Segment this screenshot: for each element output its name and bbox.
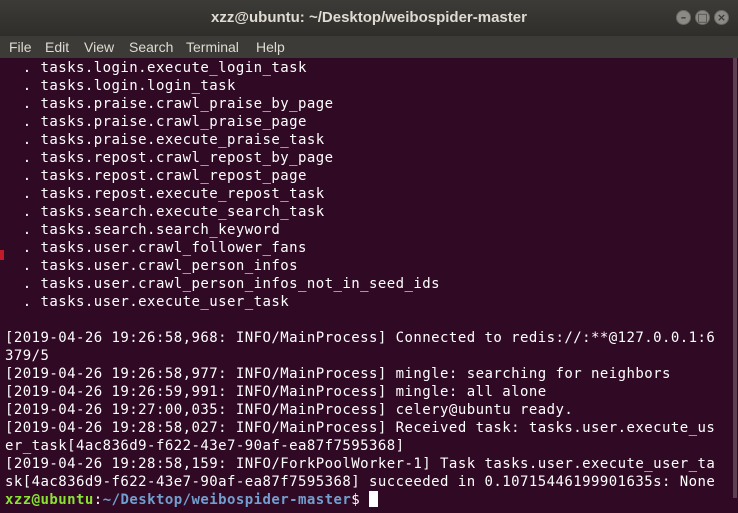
log-line: [2019-04-26 19:26:58,968: INFO/MainProce… <box>5 330 716 346</box>
menu-file[interactable]: File <box>9 39 32 55</box>
title-bar[interactable]: xzz@ubuntu: ~/Desktop/weibospider-master… <box>0 0 738 36</box>
close-button[interactable]: × <box>714 10 729 25</box>
task-line: . tasks.search.execute_search_task <box>5 204 325 220</box>
maximize-button[interactable]: □ <box>695 10 710 25</box>
task-line: . tasks.praise.crawl_praise_page <box>5 114 307 130</box>
task-line: . tasks.repost.crawl_repost_by_page <box>5 150 334 166</box>
log-line: 379/5 <box>5 348 50 364</box>
task-line: . tasks.login.execute_login_task <box>5 60 307 76</box>
minimize-button[interactable]: – <box>676 10 691 25</box>
terminal-output[interactable]: . tasks.login.execute_login_task . tasks… <box>0 58 738 513</box>
menu-edit[interactable]: Edit <box>45 39 69 55</box>
prompt-path: ~/Desktop/weibospider-master <box>102 492 352 508</box>
task-line: . tasks.user.crawl_person_infos <box>5 258 298 274</box>
log-line: sk[4ac836d9-f622-43e7-90af-ea87f7595368]… <box>5 474 716 490</box>
task-line: . tasks.repost.crawl_repost_page <box>5 168 307 184</box>
prompt-line[interactable]: xzz@ubuntu:~/Desktop/weibospider-master$ <box>5 491 379 509</box>
task-line: . tasks.praise.execute_praise_task <box>5 132 325 148</box>
prompt-symbol: $ <box>351 492 370 508</box>
terminal-window: xzz@ubuntu: ~/Desktop/weibospider-master… <box>0 0 738 513</box>
task-line: . tasks.praise.crawl_praise_by_page <box>5 96 334 112</box>
window-title: xzz@ubuntu: ~/Desktop/weibospider-master <box>211 9 527 26</box>
prompt-separator: : <box>93 492 103 508</box>
log-line: er_task[4ac836d9-f622-43e7-90af-ea87f759… <box>5 438 405 454</box>
scrollbar[interactable] <box>733 58 737 498</box>
task-line: . tasks.login.login_task <box>5 78 236 94</box>
menu-view[interactable]: View <box>84 39 114 55</box>
task-line: . tasks.user.crawl_person_infos_not_in_s… <box>5 276 441 292</box>
log-line: [2019-04-26 19:27:00,035: INFO/MainProce… <box>5 402 574 418</box>
task-line: . tasks.repost.execute_repost_task <box>5 186 325 202</box>
text-cursor <box>369 491 379 507</box>
task-line: . tasks.user.execute_user_task <box>5 294 290 310</box>
prompt-user: xzz@ubuntu <box>5 492 94 508</box>
menu-search[interactable]: Search <box>129 39 173 55</box>
log-line: [2019-04-26 19:28:58,159: INFO/ForkPoolW… <box>5 456 716 472</box>
log-line: [2019-04-26 19:26:59,991: INFO/MainProce… <box>5 384 547 400</box>
task-line: . tasks.search.search_keyword <box>5 222 281 238</box>
edge-mark <box>0 250 4 260</box>
log-line: [2019-04-26 19:28:58,027: INFO/MainProce… <box>5 420 716 436</box>
log-line: [2019-04-26 19:26:58,977: INFO/MainProce… <box>5 366 671 382</box>
menu-help[interactable]: Help <box>256 39 285 55</box>
task-line: . tasks.user.crawl_follower_fans <box>5 240 307 256</box>
menu-bar: File Edit View Search Terminal Help <box>0 36 738 58</box>
menu-terminal[interactable]: Terminal <box>186 39 239 55</box>
